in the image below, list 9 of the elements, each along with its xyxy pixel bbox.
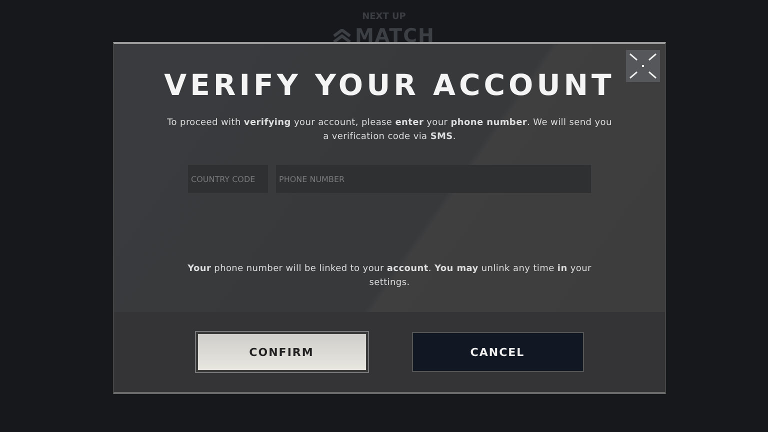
instruction-text: To proceed with verifying your account, please enter your phone number. We will send you a verification code via SMS. <box>166 117 613 144</box>
note-text: Your phone number will be linked to your account. You may unlink any time in your settings. <box>186 263 592 290</box>
country-code-field[interactable]: COUNTRY CODE <box>188 165 268 193</box>
chevron-icon <box>333 29 352 42</box>
expand-button[interactable] <box>626 50 660 82</box>
confirm-button[interactable]: CONFIRM <box>196 332 368 372</box>
dialog-title: VERIFY YOUR ACCOUNT <box>164 68 615 102</box>
cancel-button[interactable]: CANCEL <box>412 332 584 372</box>
phone-number-field[interactable]: PHONE NUMBER <box>276 165 591 193</box>
